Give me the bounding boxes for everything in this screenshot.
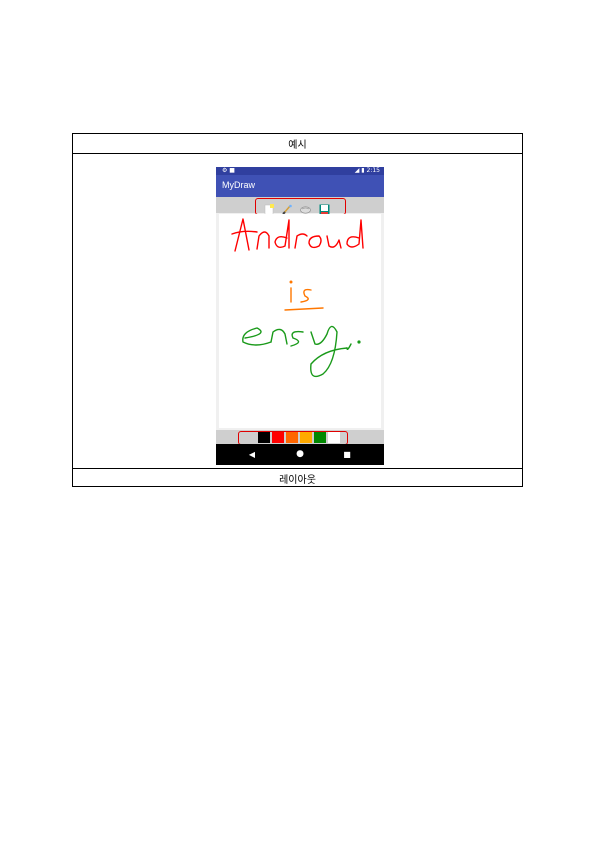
back-button[interactable]: ◀ bbox=[242, 444, 262, 465]
handwriting-drawing bbox=[231, 218, 364, 378]
status-bar: ⚙ ■ ◢ ▮ 2:15 bbox=[216, 167, 384, 175]
app-bar: MyDraw bbox=[216, 175, 384, 197]
table-header-text: 예시 bbox=[288, 140, 307, 151]
handwriting-easy bbox=[242, 325, 361, 378]
home-button[interactable]: ● bbox=[290, 444, 310, 465]
recent-apps-button[interactable]: ■ bbox=[337, 444, 357, 465]
example-table: 예시 ⚙ ■ ◢ ▮ 2:15 MyDraw ◀ ● ■ 레이아웃 bbox=[72, 133, 523, 487]
drawing-canvas[interactable] bbox=[219, 214, 381, 428]
navigation-bar: ◀ ● ■ bbox=[216, 444, 384, 465]
table-header-row: 예시 bbox=[73, 134, 522, 154]
color-palette bbox=[216, 430, 384, 445]
handwriting-android bbox=[231, 218, 364, 252]
table-footer-row: 레이아웃 bbox=[73, 468, 522, 488]
table-footer-text: 레이아웃 bbox=[279, 475, 316, 486]
toolbar-highlight-box bbox=[255, 198, 346, 215]
palette-highlight-box bbox=[238, 431, 348, 445]
status-icons-right: ◢ ▮ 2:15 bbox=[354, 167, 380, 174]
toolbar bbox=[216, 197, 384, 216]
phone-screenshot: ⚙ ■ ◢ ▮ 2:15 MyDraw ◀ ● ■ bbox=[216, 167, 384, 465]
status-icons-left: ⚙ ■ bbox=[222, 167, 235, 174]
app-title: MyDraw bbox=[222, 180, 255, 190]
handwriting-is bbox=[284, 280, 324, 311]
